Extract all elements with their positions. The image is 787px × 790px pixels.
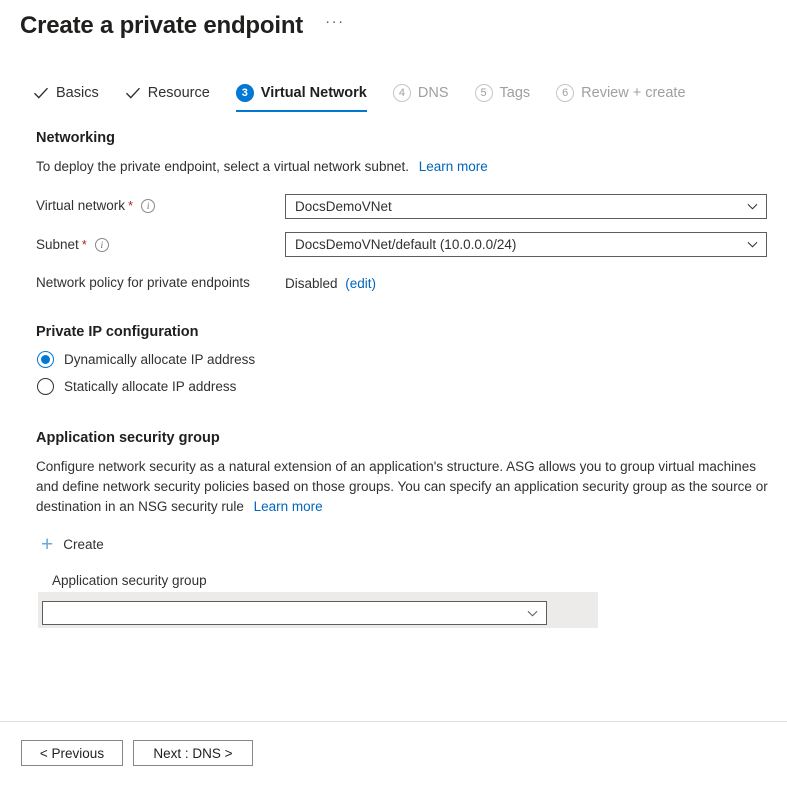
page-header: Create a private endpoint ··· (20, 6, 345, 46)
virtual-network-label: Virtual network (36, 198, 125, 213)
more-options-icon[interactable]: ··· (325, 6, 345, 46)
step-badge-3: 3 (236, 84, 254, 102)
asg-learn-more-link[interactable]: Learn more (254, 499, 323, 514)
networking-description-row: To deploy the private endpoint, select a… (36, 157, 488, 177)
previous-button[interactable]: < Previous (21, 740, 123, 766)
asg-heading: Application security group (36, 430, 220, 446)
create-asg-button[interactable]: + Create (41, 534, 104, 555)
info-icon[interactable]: i (95, 238, 109, 252)
radio-dynamic-ip[interactable]: Dynamically allocate IP address (37, 351, 255, 368)
tab-review-create[interactable]: 6 Review + create (556, 84, 685, 112)
tab-virtual-network-label: Virtual Network (261, 84, 367, 102)
virtual-network-dropdown[interactable]: DocsDemoVNet (285, 194, 767, 219)
chevron-down-icon (527, 608, 538, 619)
subnet-label: Subnet (36, 237, 79, 252)
subnet-dropdown[interactable]: DocsDemoVNet/default (10.0.0.0/24) (285, 232, 767, 257)
asg-select-dropdown[interactable] (42, 601, 547, 625)
step-badge-5: 5 (475, 84, 493, 102)
tab-dns[interactable]: 4 DNS (393, 84, 449, 112)
subnet-label-row: Subnet * i (36, 237, 109, 252)
check-icon (33, 85, 49, 101)
next-dns-button[interactable]: Next : DNS > (133, 740, 253, 766)
tab-resource[interactable]: Resource (125, 84, 210, 112)
tab-basics[interactable]: Basics (33, 84, 99, 112)
tab-resource-label: Resource (148, 84, 210, 102)
private-ip-heading: Private IP configuration (36, 324, 199, 340)
network-policy-edit-link[interactable]: (edit) (345, 276, 376, 291)
radio-static-ip[interactable]: Statically allocate IP address (37, 378, 236, 395)
tab-basics-label: Basics (56, 84, 99, 102)
virtual-network-label-row: Virtual network * i (36, 198, 155, 213)
info-icon[interactable]: i (141, 199, 155, 213)
radio-dynamic-ip-label: Dynamically allocate IP address (64, 352, 255, 367)
tab-dns-label: DNS (418, 84, 449, 102)
active-tab-underline (236, 110, 367, 112)
required-asterisk: * (82, 237, 87, 252)
asg-description-row: Configure network security as a natural … (36, 457, 770, 517)
wizard-step-tabs: Basics Resource 3 Virtual Network 4 DNS … (33, 84, 712, 112)
page-title: Create a private endpoint (20, 10, 303, 42)
step-badge-4: 4 (393, 84, 411, 102)
network-policy-label: Network policy for private endpoints (36, 275, 250, 290)
create-asg-label: Create (63, 537, 104, 552)
tab-tags-label: Tags (500, 84, 531, 102)
tab-tags[interactable]: 5 Tags (475, 84, 531, 112)
network-policy-value: Disabled (285, 276, 338, 291)
radio-static-ip-label: Statically allocate IP address (64, 379, 236, 394)
footer-divider (0, 721, 787, 722)
asg-field-label: Application security group (52, 573, 207, 588)
network-policy-value-row: Disabled (edit) (285, 274, 376, 294)
required-asterisk: * (128, 198, 133, 213)
virtual-network-value: DocsDemoVNet (295, 199, 741, 214)
networking-learn-more-link[interactable]: Learn more (419, 159, 488, 174)
check-icon (125, 85, 141, 101)
networking-heading: Networking (36, 130, 115, 146)
networking-description: To deploy the private endpoint, select a… (36, 159, 409, 174)
radio-selected-icon (37, 351, 54, 368)
plus-icon: + (41, 534, 53, 555)
radio-unselected-icon (37, 378, 54, 395)
chevron-down-icon (747, 201, 758, 212)
chevron-down-icon (747, 239, 758, 250)
subnet-value: DocsDemoVNet/default (10.0.0.0/24) (295, 237, 741, 252)
tab-virtual-network[interactable]: 3 Virtual Network (236, 84, 367, 112)
asg-description: Configure network security as a natural … (36, 459, 768, 514)
step-badge-6: 6 (556, 84, 574, 102)
tab-review-create-label: Review + create (581, 84, 685, 102)
